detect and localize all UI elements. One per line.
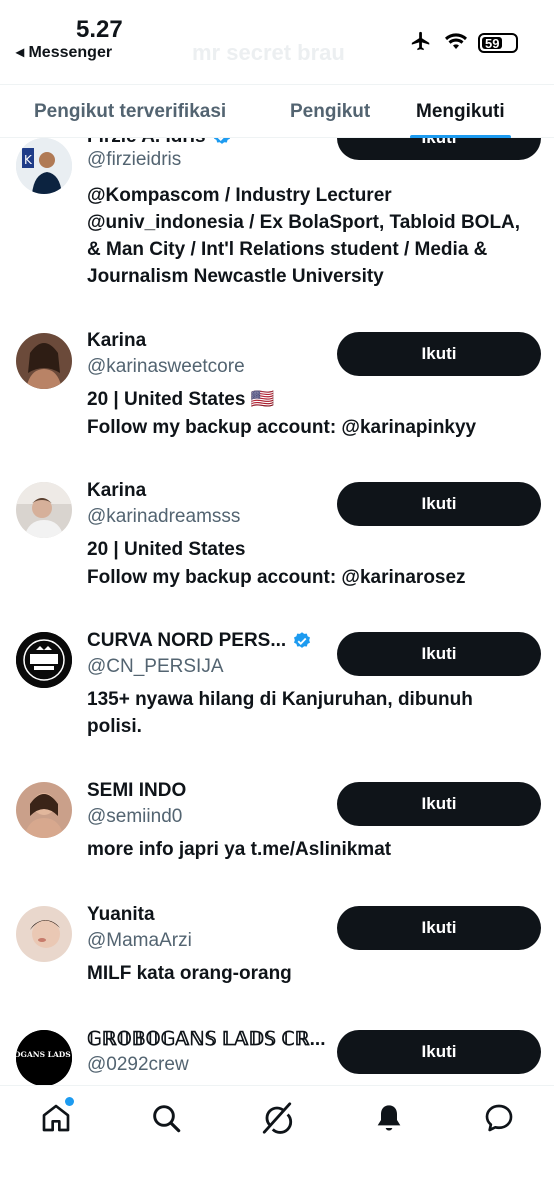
user-bio: MILF kata orang-orang: [87, 963, 292, 984]
tab-followers[interactable]: Pengikut: [290, 85, 370, 139]
follow-button[interactable]: Ikuti: [337, 1030, 541, 1074]
tab-verified-followers[interactable]: Pengikut terverifikasi: [34, 85, 226, 139]
list-item[interactable]: Karina @karinadreamsss Ikuti 20 | United…: [0, 470, 554, 620]
user-bio-line: 20 | United States 🇺🇸: [87, 389, 275, 410]
svg-text:GROBOGANS LADS CREW: GROBOGANS LADS CREW: [16, 1050, 72, 1059]
user-bio-line: 20 | United States: [87, 539, 246, 560]
user-handle: @karinasweetcore: [87, 356, 245, 377]
verified-badge-icon: [294, 632, 311, 648]
user-bio-line: Follow my backup account: @karinapinkyy: [87, 417, 477, 438]
avatar[interactable]: [16, 632, 72, 688]
user-name: Yuanita: [87, 904, 155, 925]
bell-icon[interactable]: [371, 1100, 407, 1136]
follow-button[interactable]: Ikuti: [337, 906, 541, 950]
avatar[interactable]: GROBOGANS LADS CREW: [16, 1030, 72, 1085]
list-item[interactable]: Karina @karinasweetcore Ikuti 20 | Unite…: [0, 320, 554, 470]
user-bio: more info japri ya t.me/Aslinikmat: [87, 839, 392, 860]
svg-text:K: K: [24, 153, 33, 167]
user-handle: @0292crew: [87, 1054, 189, 1075]
follow-button[interactable]: Ikuti: [337, 332, 541, 376]
user-name: Firzie A. Idris: [87, 138, 206, 148]
user-handle: @MamaArzi: [87, 930, 192, 951]
bottom-nav: [0, 1085, 554, 1200]
follow-button[interactable]: Ikuti: [337, 632, 541, 676]
list-item[interactable]: Yuanita @MamaArzi Ikuti MILF kata orang-…: [0, 894, 554, 1018]
header-title: mr secret brau: [192, 40, 345, 65]
back-to-messenger[interactable]: ◂ Messenger: [16, 42, 112, 62]
messages-icon[interactable]: [481, 1100, 517, 1136]
user-handle: @CN_PERSIJA: [87, 656, 224, 677]
follow-button[interactable]: Ikuti: [337, 782, 541, 826]
status-time: 5.27: [76, 16, 123, 43]
avatar[interactable]: [16, 782, 72, 838]
status-bar: 5.27 ◂ Messenger mr secret brau 59: [0, 0, 554, 84]
user-name: SEMI INDO: [87, 780, 187, 801]
user-name: CURVA NORD PERS...: [87, 630, 287, 651]
user-bio: 135+ nyawa hilang di Kanjuruhan, dibunuh…: [87, 689, 473, 737]
user-name: Karina: [87, 480, 147, 501]
user-name: Karina: [87, 330, 147, 351]
tab-bar: Pengikut terverifikasi Pengikut Mengikut…: [0, 84, 554, 139]
avatar[interactable]: K: [16, 138, 72, 194]
list-item[interactable]: K Firzie A. Idris @firzieidris Ikuti @Ko…: [0, 138, 554, 312]
user-handle: @semiind0: [87, 806, 183, 827]
user-bio-line: Follow my backup account: @karinarosez: [87, 567, 466, 588]
status-icons: 59: [408, 30, 518, 56]
list-item[interactable]: CURVA NORD PERS... @CN_PERSIJA Ikuti 135…: [0, 620, 554, 770]
grok-icon[interactable]: [259, 1100, 295, 1136]
follow-button[interactable]: Ikuti: [337, 482, 541, 526]
avatar[interactable]: [16, 333, 72, 389]
search-icon[interactable]: [148, 1100, 184, 1136]
home-icon[interactable]: [38, 1097, 74, 1136]
airplane-icon: [408, 30, 434, 56]
list-item[interactable]: SEMI INDO @semiind0 Ikuti more info japr…: [0, 770, 554, 894]
follow-button[interactable]: Ikuti: [337, 138, 541, 160]
battery-icon: 59: [478, 33, 518, 53]
wifi-icon: [444, 31, 468, 55]
user-name: 𝔾ℝ𝕆𝔹𝕆𝔾𝔸ℕ𝕊 𝕃𝔸𝔻𝕊 ℂℝ...: [87, 1029, 326, 1050]
avatar[interactable]: [16, 482, 72, 538]
avatar[interactable]: [16, 906, 72, 962]
verified-badge-icon: [213, 138, 230, 144]
user-bio: @Kompascom / Industry Lecturer @univ_ind…: [87, 185, 521, 287]
user-handle: @karinadreamsss: [87, 506, 241, 527]
user-handle: @firzieidris: [87, 149, 182, 170]
following-list: K Firzie A. Idris @firzieidris Ikuti @Ko…: [0, 138, 554, 1085]
notification-dot: [65, 1097, 74, 1106]
list-item[interactable]: GROBOGANS LADS CREW 𝔾ℝ𝕆𝔹𝕆𝔾𝔸ℕ𝕊 𝕃𝔸𝔻𝕊 ℂℝ...…: [0, 1018, 554, 1085]
tab-following[interactable]: Mengikuti: [410, 85, 511, 139]
